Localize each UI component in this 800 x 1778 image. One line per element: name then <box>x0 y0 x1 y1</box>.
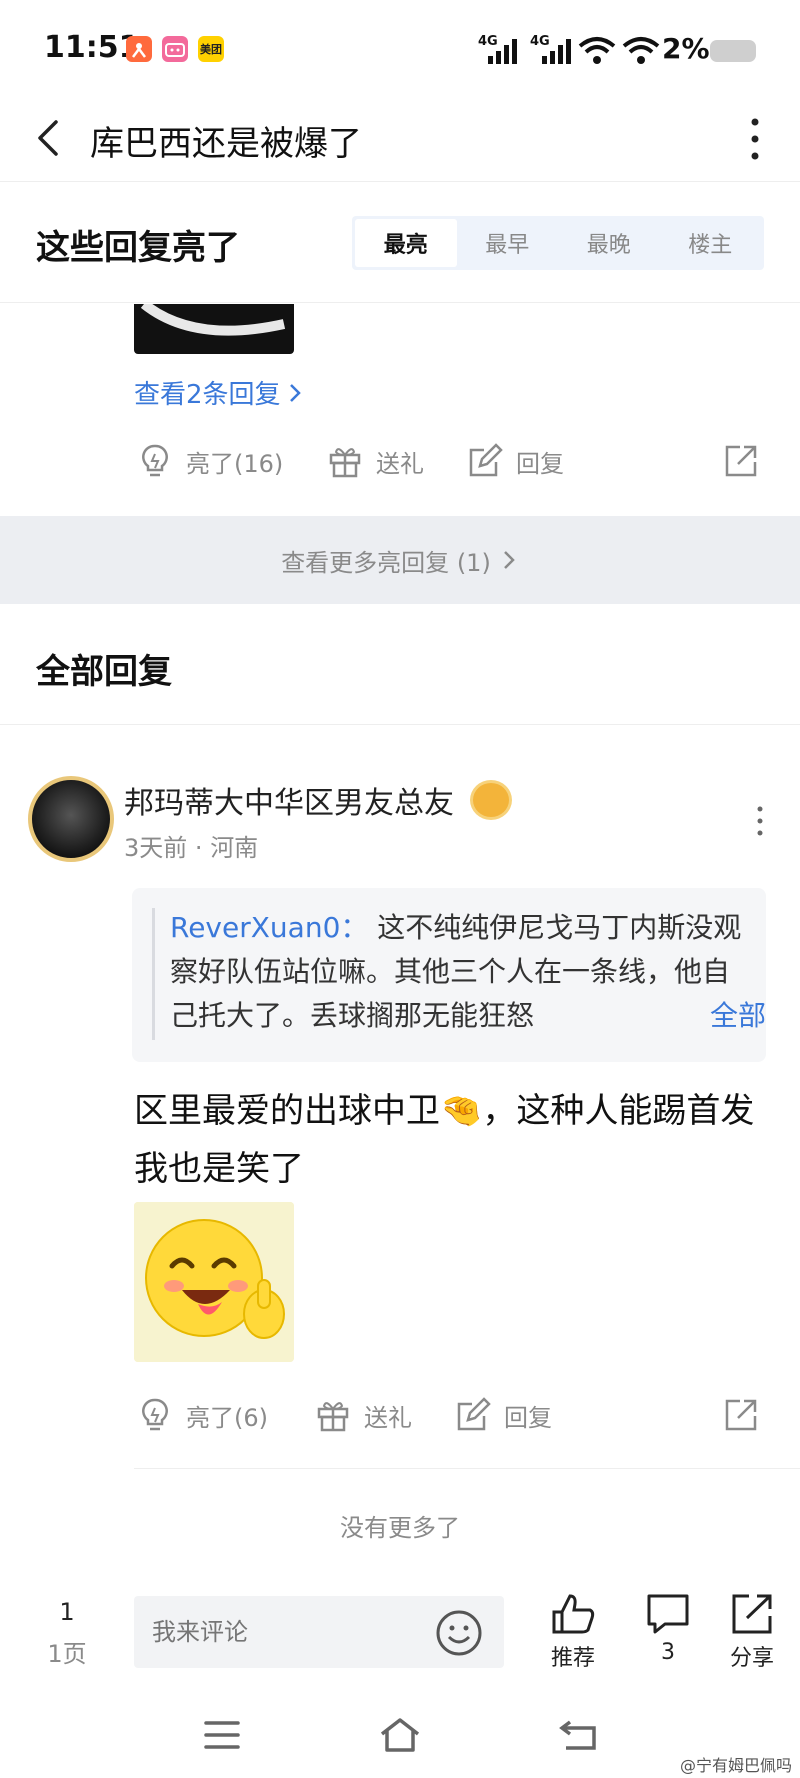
quote-text-block: ReverXuan0： 这不纯纯伊尼戈马丁内斯没观察好队伍站位嘛。其他三个人在一… <box>170 906 748 1038</box>
divider <box>0 724 800 725</box>
comment-count: 3 <box>661 1640 675 1665</box>
comment-image[interactable] <box>134 1202 294 1362</box>
comment-text: 区里最爱的出球中卫🤏，这种人能踢首发我也是笑了 <box>134 1091 755 1189</box>
reply-label: 回复 <box>516 449 564 478</box>
wifi-icon <box>578 37 616 64</box>
dianping-icon <box>126 36 152 62</box>
share-icon[interactable] <box>722 442 760 480</box>
page-number[interactable]: 1 <box>40 1598 94 1626</box>
share-icon <box>732 1594 772 1634</box>
quote-expand-link[interactable]: 全部 <box>686 994 767 1034</box>
signal-icon <box>488 39 517 64</box>
comments-button[interactable]: 3 <box>640 1592 696 1665</box>
back-arrow-icon[interactable] <box>30 118 70 158</box>
laughing-emoji-icon <box>134 1202 294 1362</box>
like-button[interactable]: 亮了(6) <box>136 1396 268 1434</box>
view-replies-label: 查看2条回复 <box>134 380 281 410</box>
page-title: 库巴西还是被爆了 <box>90 124 362 164</box>
like-count: 亮了(6) <box>186 1403 268 1432</box>
hot-replies-title: 这些回复亮了 <box>36 228 240 268</box>
reply-label: 回复 <box>504 1403 552 1432</box>
view-replies-link[interactable]: 查看2条回复 <box>134 374 303 411</box>
more-options-icon[interactable] <box>740 114 770 164</box>
share-icon[interactable] <box>722 1396 760 1434</box>
signal-icon <box>542 39 571 64</box>
comment-actions: 亮了(6) 送礼 回复 <box>0 1392 800 1438</box>
recommend-button[interactable]: 推荐 <box>542 1592 604 1672</box>
divider <box>134 1468 800 1469</box>
edit-reply-icon <box>457 1397 491 1431</box>
emoji-picker-icon[interactable] <box>434 1608 484 1658</box>
wifi-icon <box>622 37 660 64</box>
view-more-hot-label: 查看更多亮回复 (1) <box>281 548 491 577</box>
battery-percent: 2% <box>662 32 710 65</box>
quote-username[interactable]: ReverXuan0： <box>170 911 368 944</box>
quote-bar <box>152 908 155 1040</box>
like-button[interactable]: 亮了(16) <box>136 442 283 480</box>
lightbulb-icon <box>142 444 168 477</box>
comment-location: 河南 <box>210 834 259 862</box>
avatar[interactable] <box>28 776 114 862</box>
gift-button[interactable]: 送礼 <box>314 1396 412 1434</box>
watermark: @宁有姆巴佩吗 <box>680 1756 793 1775</box>
lightbulb-icon <box>142 1398 168 1431</box>
chevron-right-icon <box>289 383 301 402</box>
menu-icon[interactable] <box>202 1718 242 1752</box>
gift-button[interactable]: 送礼 <box>326 442 424 480</box>
tab-brightest[interactable]: 最亮 <box>355 219 457 267</box>
all-replies-title: 全部回复 <box>36 652 172 692</box>
reply-image[interactable] <box>134 304 294 354</box>
home-icon[interactable] <box>378 1716 422 1754</box>
share-label: 分享 <box>729 1646 774 1671</box>
top-nav-bar: 库巴西还是被爆了 <box>0 100 800 182</box>
comment-more-icon[interactable] <box>748 804 772 838</box>
meituan-icon: 美团 <box>198 36 224 62</box>
gift-label: 送礼 <box>364 1403 412 1432</box>
status-bar: 11:51 美团 4G 4G 2% <box>0 0 800 100</box>
hot-reply-actions: 亮了(16) 送礼 回复 <box>0 438 800 484</box>
tab-earliest[interactable]: 最早 <box>457 219 559 267</box>
gift-label: 送礼 <box>376 449 424 478</box>
page-label[interactable]: 1页 <box>40 1634 94 1669</box>
comment-bubble-icon <box>647 1594 689 1634</box>
thumbs-up-icon <box>552 1594 595 1634</box>
gift-icon <box>317 1402 349 1432</box>
share-button[interactable]: 分享 <box>724 1592 780 1672</box>
no-more-label: 没有更多了 <box>340 1514 460 1542</box>
back-nav-icon[interactable] <box>558 1716 600 1754</box>
tab-latest[interactable]: 最晚 <box>558 219 660 267</box>
reply-button[interactable]: 回复 <box>466 442 564 480</box>
divider <box>0 302 800 303</box>
user-badge-icon <box>470 780 512 820</box>
gift-icon <box>329 448 361 478</box>
meta-separator: · <box>194 834 211 862</box>
bilibili-icon <box>162 36 188 62</box>
comment-meta: 3天前 · 河南 <box>124 828 258 863</box>
username[interactable]: 邦玛蒂大中华区男友总友 <box>124 778 454 822</box>
recommend-label: 推荐 <box>550 1646 595 1671</box>
battery-icon <box>710 40 756 62</box>
like-count: 亮了(16) <box>186 449 284 478</box>
view-more-hot-replies[interactable]: 查看更多亮回复 (1) <box>0 516 800 604</box>
sort-tabs: 最亮 最早 最晚 楼主 <box>352 216 764 270</box>
tab-op[interactable]: 楼主 <box>660 219 762 267</box>
reply-button[interactable]: 回复 <box>454 1396 552 1434</box>
chevron-right-icon <box>503 551 515 569</box>
comment-time: 3天前 <box>124 834 188 862</box>
edit-reply-icon <box>469 443 503 477</box>
